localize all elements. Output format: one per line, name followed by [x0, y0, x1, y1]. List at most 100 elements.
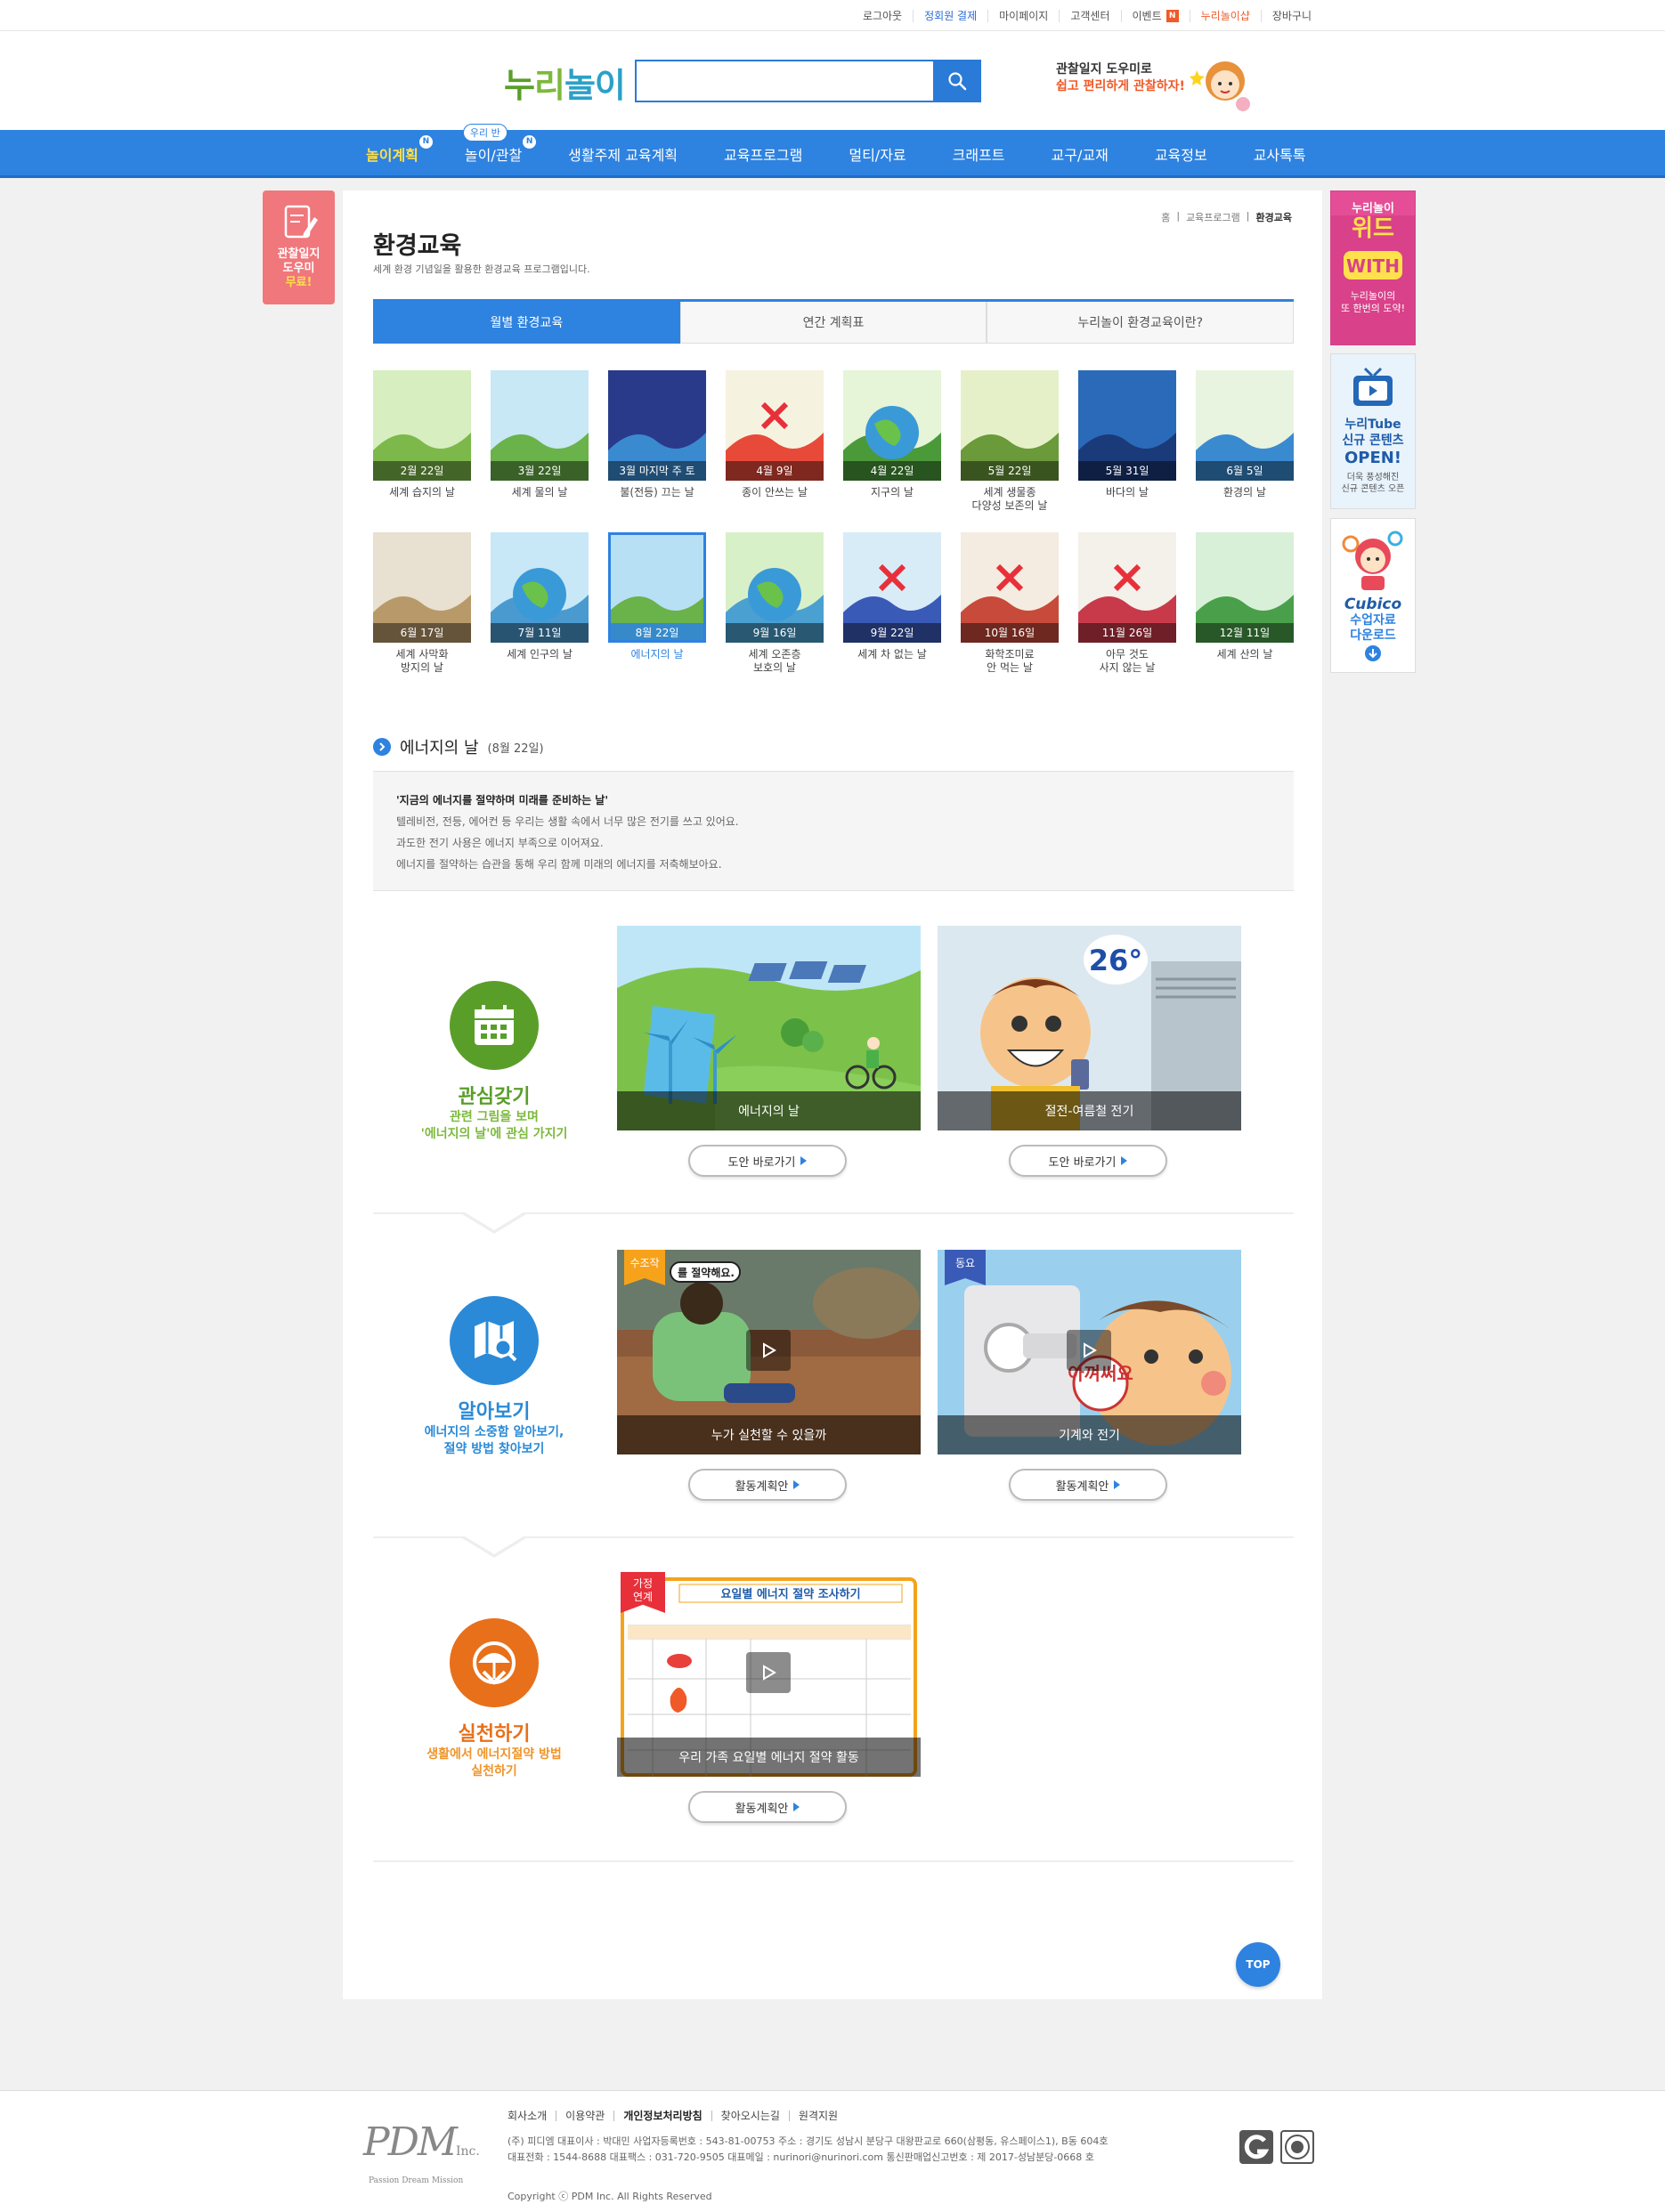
nav-item[interactable]: 놀이/관찰 N 우리 반: [442, 124, 545, 165]
month-card[interactable]: 4월 22일 지구의 날: [843, 370, 941, 509]
nav-label: 놀이계획: [366, 147, 418, 164]
button-label: 활동계획안: [735, 1479, 789, 1494]
month-card[interactable]: 10월 16일 화학조미료 안 먹는 날: [961, 532, 1059, 674]
month-card[interactable]: 5월 22일 세계 생물종 다양성 보존의 날: [961, 370, 1059, 512]
month-card[interactable]: 11월 26일 아무 것도 사지 않는 날: [1078, 532, 1176, 674]
search-box: [635, 60, 981, 102]
design-link-button[interactable]: 도안 바로가기: [688, 1145, 847, 1177]
machines-electricity-card[interactable]: 아껴써요 동요 기계와 전기: [938, 1250, 1241, 1454]
util-link-label: 마이페이지: [999, 9, 1049, 22]
step-desc-line: 생활에서 에너지절약 방법: [426, 1747, 562, 1762]
month-card[interactable]: 2월 22일 세계 습지의 날: [373, 370, 471, 509]
play-icon[interactable]: [1067, 1330, 1111, 1371]
month-name: 세계 습지의 날: [389, 486, 455, 498]
search-button[interactable]: [933, 60, 981, 102]
breadcrumb-home[interactable]: 홈: [1161, 210, 1170, 224]
tab-about[interactable]: 누리놀이 환경교육이란?: [987, 302, 1295, 344]
main-navigation: 놀이계획 N 놀이/관찰 N 우리 반 생활주제 교육계획 교육프로그램 멀티/자료 크래프트 교…: [0, 124, 1665, 178]
month-thumbnail: 4월 9일: [726, 370, 824, 481]
util-link[interactable]: 마이페이지: [987, 9, 1059, 22]
month-card[interactable]: 7월 11일세계 인구의 날: [491, 532, 589, 671]
nav-label: 교육정보: [1154, 147, 1207, 164]
nav-item[interactable]: 교육프로그램: [701, 143, 825, 165]
activity-plan-button[interactable]: 활동계획안: [688, 1791, 847, 1823]
section-heading: 에너지의 날 (8월 22일): [373, 735, 544, 758]
promo-line: 쉽고 편리하게 관찰하자!: [1056, 79, 1185, 93]
intro-line: 텔레비전, 전등, 에어컨 등 우리는 생활 속에서 너무 많은 전기를 쓰고 …: [396, 815, 739, 828]
month-card[interactable]: 6월 17일 세계 사막화 방지의 날: [373, 532, 471, 674]
footer-link[interactable]: 원격지원: [788, 2111, 847, 2121]
month-card[interactable]: 8월 22일 에너지의 날: [608, 532, 706, 671]
tab-yearly-plan[interactable]: 연간 계획표: [679, 302, 987, 344]
nav-item[interactable]: 생활주제 교육계획: [545, 143, 701, 165]
card-caption: 누가 실천할 수 있을까: [617, 1415, 921, 1454]
nav-item[interactable]: 놀이계획 N: [343, 135, 442, 165]
utility-bar: 로그아웃 정회원 결제 마이페이지 고객센터 이벤트 N 누리놀이샵 장바구니: [0, 0, 1665, 31]
month-thumbnail: 7월 11일: [491, 532, 589, 643]
scroll-top-button[interactable]: TOP: [1236, 1942, 1280, 1987]
month-name: 세계 인구의 날: [507, 648, 573, 660]
step-name: 알아보기: [458, 1401, 531, 1423]
util-link[interactable]: 정회원 결제: [913, 9, 987, 22]
breadcrumb-category[interactable]: 교육프로그램: [1186, 210, 1240, 224]
month-card[interactable]: 3월 마지막 주 토 불(전등) 끄는 날: [608, 370, 706, 509]
cubico-banner[interactable]: Cubico 수업자료 다운로드: [1330, 518, 1416, 673]
site-logo[interactable]: 누리놀이: [504, 58, 626, 107]
util-link[interactable]: 이벤트 N: [1120, 9, 1190, 22]
month-card[interactable]: 6월 5일 환경의 날: [1196, 370, 1294, 509]
intro-box: '지금의 에너지를 절약하며 미래를 준비하는 날' 텔레비전, 전등, 에어컨…: [373, 771, 1294, 891]
nav-item[interactable]: 교구/교재: [1028, 143, 1132, 165]
util-link-label: 정회원 결제: [924, 9, 978, 22]
nav-label: 놀이/관찰: [464, 147, 523, 164]
footer-link[interactable]: 이용약관: [556, 2111, 613, 2121]
month-card[interactable]: 9월 16일 세계 오존층 보호의 날: [726, 532, 824, 674]
design-link-button[interactable]: 도안 바로가기: [1009, 1145, 1167, 1177]
banner-line: 도우미: [282, 262, 315, 275]
nav-item[interactable]: 교육정보: [1132, 143, 1230, 165]
company-info-line: 대표전화 : 1544-8688 대표팩스 : 031-720-9505 대표메…: [508, 2151, 1094, 2163]
activity-plan-button[interactable]: 활동계획안: [1009, 1469, 1167, 1501]
search-input[interactable]: [637, 61, 979, 101]
month-date: 9월 22일: [843, 623, 941, 643]
play-icon[interactable]: [746, 1330, 791, 1371]
section-title: 에너지의 날: [400, 739, 479, 758]
month-thumbnail: 11월 26일: [1078, 532, 1176, 643]
play-icon[interactable]: [746, 1652, 791, 1693]
notepad-pencil-icon: [284, 205, 318, 239]
nav-item[interactable]: 크래프트: [930, 143, 1028, 165]
month-card[interactable]: 3월 22일 세계 물의 날: [491, 370, 589, 509]
month-card[interactable]: 9월 22일 세계 차 없는 날: [843, 532, 941, 671]
nav-item[interactable]: 교사톡톡: [1230, 143, 1329, 165]
energy-day-card[interactable]: 에너지의 날: [617, 926, 921, 1130]
svg-text:WITH: WITH: [1346, 255, 1400, 277]
util-link[interactable]: 누리놀이샵: [1189, 9, 1261, 22]
family-energy-saving-card[interactable]: 요일별 에너지 절약 조사하기 가정 연계 우리 가족 요일별 에너지 절약 활…: [617, 1572, 921, 1777]
util-link[interactable]: 로그아웃: [852, 10, 913, 22]
activity-plan-button[interactable]: 활동계획안: [688, 1469, 847, 1501]
util-link[interactable]: 장바구니: [1260, 9, 1322, 22]
month-card[interactable]: 12월 11일 세계 산의 날: [1196, 532, 1294, 671]
footer-link[interactable]: 찾아오시는길: [711, 2111, 789, 2121]
nuri-tube-banner[interactable]: 누리Tube 신규 콘텐츠 OPEN! 더욱 풍성해진 신규 콘텐츠 오픈: [1330, 353, 1416, 509]
footer-links: 회사소개 이용약관 개인정보처리방침 찾아오시는길 원격지원: [508, 2111, 847, 2121]
util-link-label: 누리놀이샵: [1200, 9, 1250, 22]
summer-power-card[interactable]: 26° 절전-여름철 전기: [938, 926, 1241, 1130]
logo-part: 누: [504, 66, 535, 105]
who-can-practice-card[interactable]: 를 절약해요. 수조작 누가 실천할 수 있을까: [617, 1250, 921, 1454]
month-card[interactable]: 5월 31일 바다의 날: [1078, 370, 1176, 509]
observation-helper-banner[interactable]: 관찰일지 도우미 무료!: [263, 190, 335, 304]
with-banner[interactable]: 누리놀이 위드 WITH 누리놀이의 또 한번의 도약!: [1330, 190, 1416, 345]
nav-item[interactable]: 멀티/자료: [825, 143, 929, 165]
nav-label: 교사톡톡: [1253, 147, 1306, 164]
page-title: 환경교육: [373, 232, 462, 260]
tab-monthly[interactable]: 월별 환경교육: [373, 302, 680, 344]
month-thumbnail: 5월 31일: [1078, 370, 1176, 481]
footer-link[interactable]: 개인정보처리방침: [613, 2111, 711, 2121]
util-link[interactable]: 고객센터: [1059, 9, 1120, 22]
observation-promo[interactable]: 관찰일지 도우미로 쉽고 편리하게 관찰하자!: [1056, 61, 1185, 95]
month-card[interactable]: 4월 9일 종이 안쓰는 날: [726, 370, 824, 509]
nav-label: 크래프트: [952, 147, 1005, 164]
utility-links: 로그아웃 정회원 결제 마이페이지 고객센터 이벤트 N 누리놀이샵 장바구니: [852, 0, 1322, 31]
footer-link[interactable]: 회사소개: [508, 2111, 556, 2121]
certification-mark-icon: [1239, 2130, 1273, 2164]
